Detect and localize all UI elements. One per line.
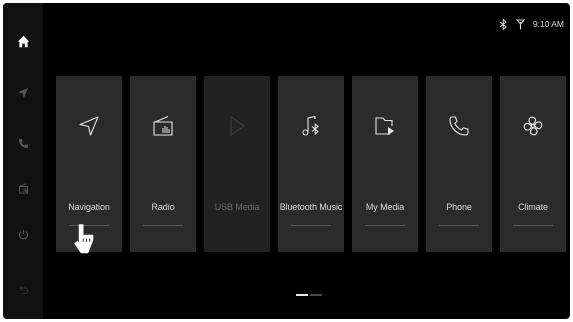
radio-icon	[18, 182, 28, 193]
home-icon	[17, 35, 29, 47]
sidebar-radio-button[interactable]	[3, 173, 43, 203]
play-icon	[230, 116, 245, 136]
phone-icon	[449, 116, 469, 136]
tile-label: Navigation	[68, 202, 110, 212]
page-dot-active[interactable]	[296, 294, 308, 296]
tile-label: My Media	[365, 202, 405, 212]
app-launcher-grid: Navigation Radio USB Media Bluetooth Mus…	[56, 76, 570, 252]
sidebar-power-button[interactable]	[3, 219, 43, 249]
sidebar-navigation-button[interactable]	[3, 78, 43, 108]
divider	[291, 225, 331, 226]
signal-antenna-icon	[515, 19, 525, 29]
power-icon	[18, 229, 28, 239]
sidebar-home-button[interactable]	[3, 26, 43, 56]
hand-pointer-cursor-icon	[71, 223, 105, 262]
music-bluetooth-icon	[302, 115, 319, 136]
sidebar	[3, 3, 43, 319]
navigation-arrow-icon	[79, 116, 99, 136]
clock: 9:10 AM	[532, 19, 564, 29]
bluetooth-icon	[499, 18, 507, 30]
media-folder-icon	[375, 117, 394, 135]
tile-radio[interactable]: Radio	[130, 76, 196, 252]
tile-label: Climate	[518, 202, 548, 212]
tile-bluetooth-music[interactable]: Bluetooth Music	[278, 76, 344, 252]
tile-phone[interactable]: Phone	[426, 76, 492, 252]
back-icon	[18, 285, 28, 294]
tile-label: Bluetooth Music	[279, 202, 343, 212]
tile-my-media[interactable]: My Media	[352, 76, 418, 252]
divider	[439, 225, 479, 226]
phone-icon	[18, 138, 28, 148]
page-dot[interactable]	[310, 294, 322, 296]
divider	[513, 225, 553, 226]
navigation-arrow-icon	[18, 88, 28, 98]
divider	[143, 225, 183, 226]
page-indicator	[296, 294, 322, 297]
tile-label: USB Media	[214, 202, 260, 212]
fan-icon	[523, 116, 543, 136]
infotainment-screen: 9:10 AM Navigation Radio USB Media Bluet…	[3, 3, 570, 319]
tile-climate[interactable]: Climate	[500, 76, 566, 252]
tile-usb-media[interactable]: USB Media	[204, 76, 270, 252]
tile-label: Phone	[446, 202, 472, 212]
tile-label: Radio	[151, 202, 175, 212]
status-bar: 9:10 AM	[499, 17, 564, 31]
sidebar-back-button[interactable]	[3, 274, 43, 304]
divider	[365, 225, 405, 226]
sidebar-phone-button[interactable]	[3, 128, 43, 158]
radio-icon	[153, 115, 173, 136]
